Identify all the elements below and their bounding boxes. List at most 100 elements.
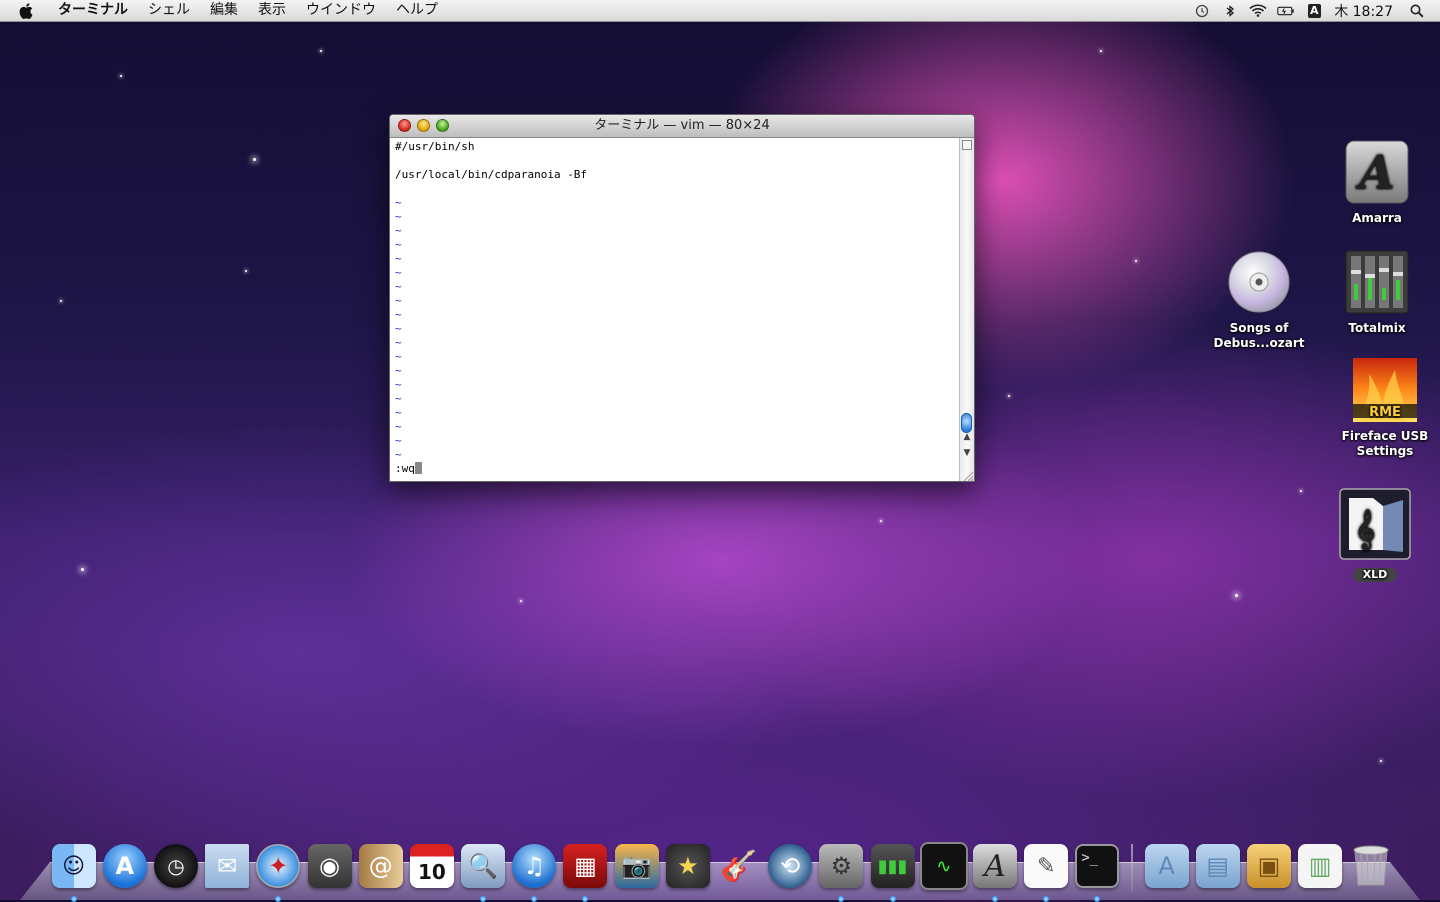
dock-separator [1130,844,1133,892]
menu-edit[interactable]: 編集 [200,0,248,21]
menu-help[interactable]: ヘルプ [386,0,448,21]
dock-item-finder[interactable]: ☺ [49,840,99,902]
input-method-label: A [1307,3,1321,18]
dock-item-itunes[interactable]: ♫ [509,840,559,902]
trash-icon [1349,844,1393,888]
amarra-dock-icon: A [972,844,1017,888]
battery-icon[interactable] [1277,3,1295,19]
vim-empty-line-tilde: ~ [395,308,402,321]
dock-item-preview[interactable]: 🔍 [458,840,508,902]
cd-disc-icon [1204,250,1314,317]
time-machine-clock-icon: ⟲ [768,844,813,888]
dock-item-safari[interactable]: ✦ [253,840,303,902]
vim-empty-line-tilde: ~ [395,434,402,447]
dashboard-icon: ◷ [153,844,198,888]
dock-item-garageband[interactable]: 🎸 [714,840,764,892]
desktop-icon-label: Songs of [1229,321,1289,335]
desktop-icon-label: Fireface USB [1341,429,1429,443]
app-store-icon: A [102,844,147,888]
imovie-star-icon: ★ [665,844,710,888]
terminal-window[interactable]: ターミナル — vim — 80×24 #/usr/bin/sh /usr/lo… [389,114,975,482]
dock-item-documents-folder[interactable]: ▤ [1193,840,1243,892]
dock-item-textedit[interactable]: ✎ [1021,840,1071,902]
resize-grip-icon[interactable] [960,467,974,482]
vim-empty-line-tilde: ~ [395,406,402,419]
calendar-date: 10 [417,860,446,884]
dock-item-dashboard[interactable]: ◷ [151,840,201,892]
vim-empty-line-tilde: ~ [395,322,402,335]
dock-item-time-machine[interactable]: ⟲ [765,840,815,892]
running-indicator [838,896,845,902]
dock-item-mail[interactable]: ✉ [202,840,252,892]
dock-item-system-preferences[interactable]: ⚙ [816,840,866,902]
desktop-icon-totalmix[interactable]: Totalmix [1322,250,1432,336]
textedit-page-icon: ✎ [1024,844,1069,888]
dock-item-applications-folder[interactable]: A [1142,840,1192,892]
menu-app-terminal[interactable]: ターミナル [48,0,138,21]
star [1135,260,1137,262]
desktop-icon-xld[interactable]: 𝄞 XLD [1320,488,1430,582]
package-box-icon: ▣ [1246,844,1291,888]
safari-compass-icon: ✦ [256,844,301,888]
desktop-icon-amarra[interactable]: A Amarra [1322,140,1432,226]
menu-shell[interactable]: シェル [138,0,200,21]
dock-item-app-store[interactable]: A [100,840,150,892]
vim-empty-line-tilde: ~ [395,210,402,223]
dock-item-trash[interactable] [1346,840,1396,892]
terminal-line: /usr/local/bin/cdparanoia -Bf [395,168,588,181]
dock-item-front-row[interactable]: ▦ [560,840,610,902]
running-indicator [480,896,487,902]
star [120,75,122,77]
terminal-line: #/usr/bin/sh [395,140,475,153]
minimize-button[interactable] [417,119,430,132]
dock-item-imovie[interactable]: ★ [663,840,713,892]
itunes-note-icon: ♫ [512,844,557,888]
star [60,300,62,302]
dock-item-address-book[interactable]: @ [356,840,406,892]
amarra-app-icon: A [1322,140,1432,207]
menubar-clock[interactable]: 木 18:27 [1328,1,1403,21]
vim-empty-line-tilde: ~ [395,252,402,265]
finder-icon: ☺ [51,844,96,888]
star [880,520,882,522]
terminal-text-area[interactable]: #/usr/bin/sh /usr/local/bin/cdparanoia -… [390,138,959,481]
xld-label: XLD [1352,568,1398,582]
vim-command-line: :wq [395,462,954,476]
bluetooth-icon[interactable] [1221,3,1239,19]
gear-icon: ⚙ [819,844,864,888]
input-method-icon[interactable]: A [1305,3,1323,19]
dock-item-activity-monitor[interactable]: ∿ [919,840,969,892]
dock-item-iphoto[interactable]: 📷 [612,840,662,892]
star [1235,594,1238,597]
spotlight-icon[interactable] [1408,3,1426,19]
menu-window[interactable]: ウインドウ [296,0,386,21]
desktop-icon-audio-cd[interactable]: Songs of Debus...ozart [1204,250,1314,351]
window-titlebar[interactable]: ターミナル — vim — 80×24 [390,115,974,138]
star [1100,50,1102,52]
dock-item-amarra[interactable]: A [970,840,1020,902]
dock-item-facetime[interactable]: ◉ [305,840,355,892]
dock-item-totalmix[interactable]: ▮▮▮ [868,840,918,902]
dock-item-downloads-stack[interactable]: ▣ [1244,840,1294,892]
menu-view[interactable]: 表示 [248,0,296,21]
close-button[interactable] [398,119,411,132]
vim-command: :wq [395,462,415,475]
scroll-up-arrow-icon[interactable]: ▲ [962,432,972,442]
vim-empty-line-tilde: ~ [395,392,402,405]
dock-item-document-stack[interactable]: ▥ [1295,840,1345,892]
iphoto-icon: 📷 [614,844,659,888]
vertical-scrollbar[interactable]: ▲ ▼ [959,138,974,481]
menu-bar: ターミナル シェル 編集 表示 ウインドウ ヘルプ A 木 18:27 [0,0,1440,22]
split-pane-button[interactable] [962,140,972,150]
scroll-thumb[interactable] [961,413,972,433]
star [1380,760,1382,762]
dock-item-ical[interactable]: 10 [407,840,457,892]
svg-text:𝄞: 𝄞 [1355,509,1375,551]
apple-icon[interactable] [16,1,36,21]
time-machine-icon[interactable] [1193,3,1211,19]
wifi-icon[interactable] [1249,3,1267,19]
desktop-icon-fireface[interactable]: RME Fireface USB Settings [1330,358,1440,459]
scroll-down-arrow-icon[interactable]: ▼ [962,448,972,458]
zoom-button[interactable] [436,119,449,132]
dock-item-terminal[interactable]: >_ [1072,840,1122,902]
